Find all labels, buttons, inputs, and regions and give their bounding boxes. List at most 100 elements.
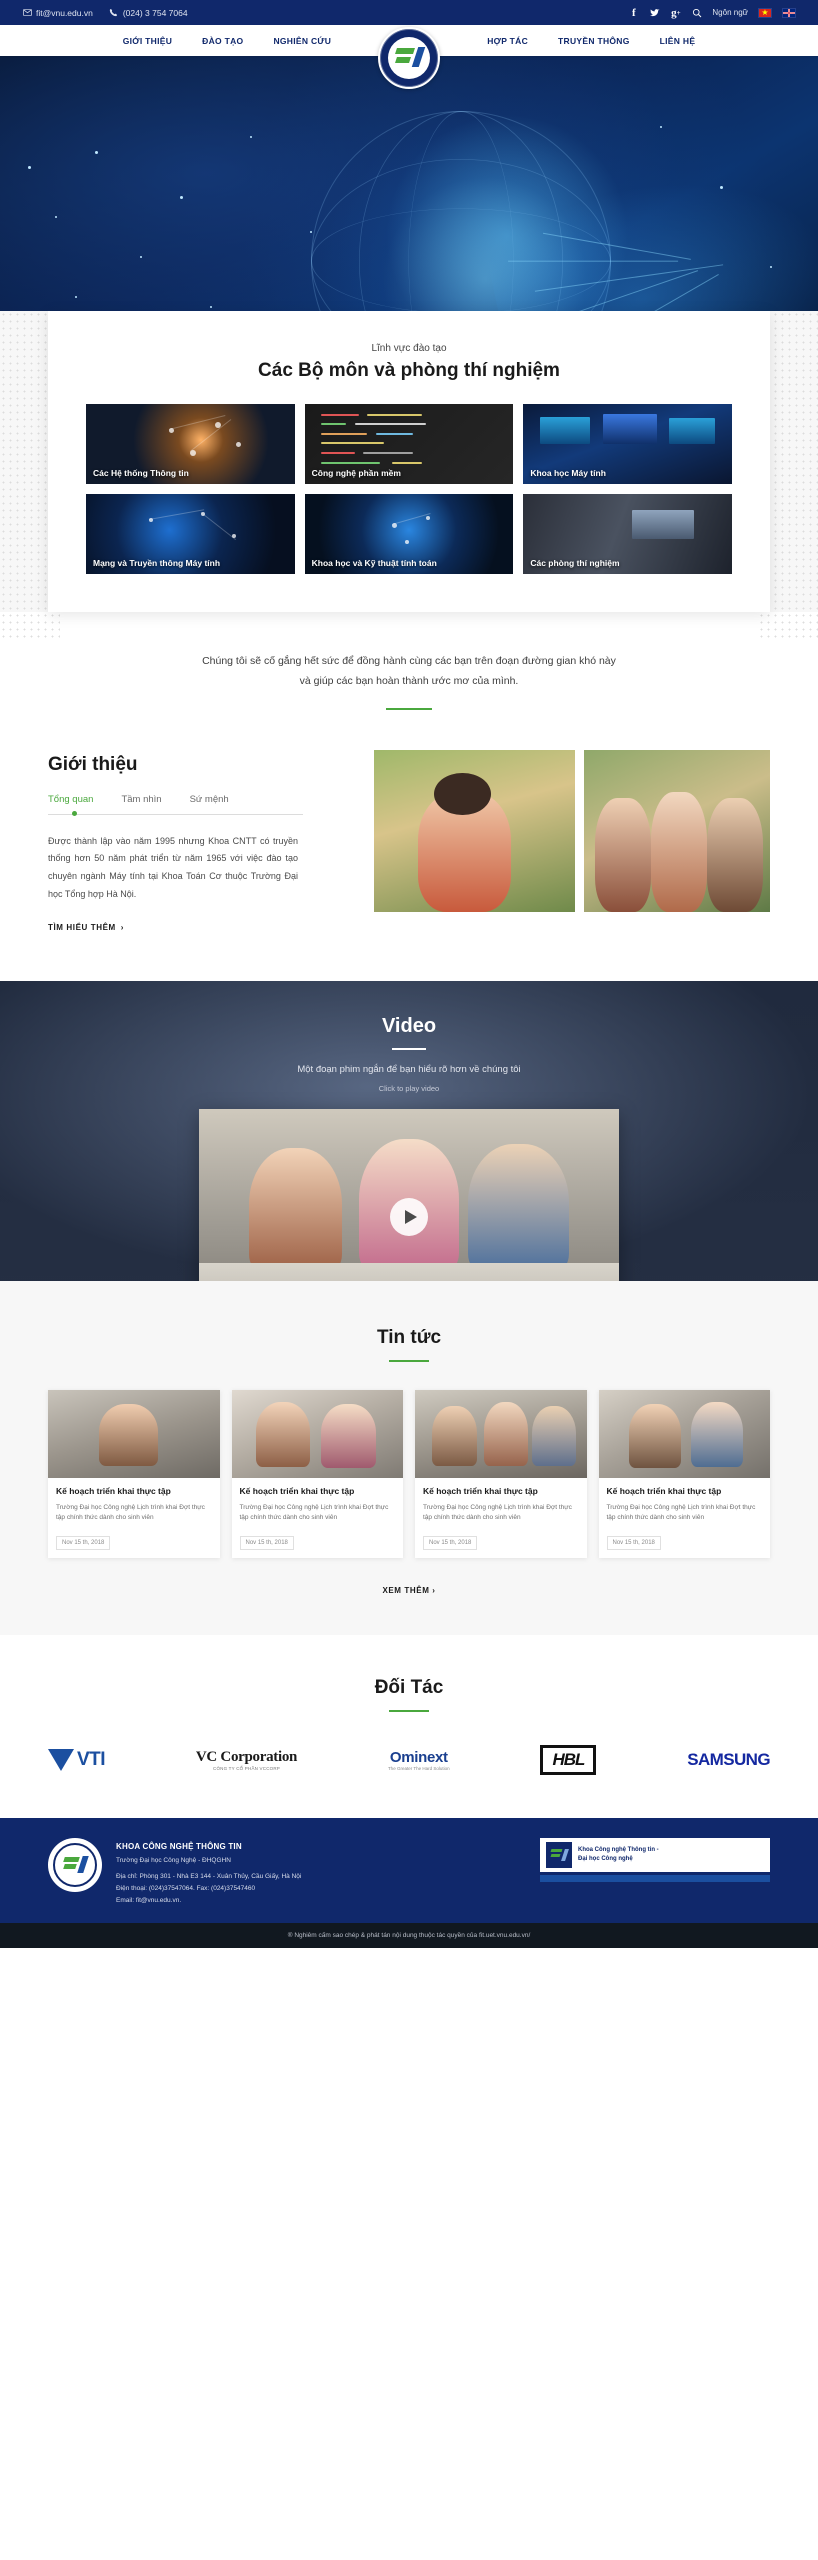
news-grid: Kế hoạch triển khai thực tập Trường Đại … bbox=[48, 1390, 770, 1558]
facebook-icon[interactable]: f bbox=[628, 7, 639, 19]
email-contact[interactable]: fit@vnu.edu.vn bbox=[22, 8, 93, 18]
tile-he-thong-thong-tin[interactable]: Các Hệ thống Thông tin bbox=[86, 404, 295, 484]
tile-khoa-hoc-ky-thuat-tinh-toan[interactable]: Khoa học và Kỹ thuật tính toán bbox=[304, 494, 514, 574]
footer-phone: Điện thoại: (024)37547064. Fax: (024)375… bbox=[116, 1884, 256, 1892]
partners-row: VTI VC Corporation CÔNG TY CỔ PHẦN VCCOR… bbox=[48, 1742, 771, 1778]
nav-item-lien-he[interactable]: LIÊN HỆ bbox=[660, 36, 696, 46]
news-card-image bbox=[48, 1390, 220, 1479]
news-heading: Tin tức bbox=[376, 1327, 442, 1349]
tab-tong-quan[interactable]: Tổng quan bbox=[48, 794, 93, 805]
partner-name-vti: VTI bbox=[77, 1748, 106, 1770]
nav-item-nghien-cuu[interactable]: NGHIÊN CỨU bbox=[273, 36, 331, 46]
news-card[interactable]: Kế hoạch triển khai thực tập Trường Đại … bbox=[598, 1390, 770, 1558]
partner-logo-vti[interactable]: VTI bbox=[48, 1742, 106, 1778]
footer-contact-block: KHOA CÔNG NGHỆ THÔNG TIN Trường Đại học … bbox=[116, 1838, 301, 1907]
tile-label-3: Khoa học Máy tính bbox=[530, 467, 606, 478]
tile-mang-truyen-thong[interactable]: Mạng và Truyền thông Máy tính bbox=[86, 494, 295, 574]
news-card[interactable]: Kế hoạch triển khai thực tập Trường Đại … bbox=[48, 1390, 220, 1558]
nav-item-truyen-thong[interactable]: TRUYỀN THÔNG bbox=[558, 36, 630, 46]
partner-logo-ominext[interactable]: Ominext The Greater The Hard Solution bbox=[388, 1742, 450, 1778]
site-logo[interactable] bbox=[378, 27, 440, 89]
news-card-date: Nov 15 th, 2018 bbox=[56, 1535, 111, 1550]
nav-group-left: GIỚI THIỆU ĐÀO TẠO NGHIÊN CỨU bbox=[123, 36, 332, 46]
nav-group-right: HỢP TÁC TRUYỀN THÔNG LIÊN HỆ bbox=[487, 36, 695, 46]
footer-badge-sub: Đại học Công nghệ bbox=[578, 1855, 633, 1862]
envelope-icon bbox=[22, 8, 32, 18]
partner-sub-ominext: The Greater The Hard Solution bbox=[387, 1765, 450, 1771]
partner-sub-vccorp: CÔNG TY CỔ PHẦN VCCORP bbox=[213, 1765, 280, 1771]
video-section: Video Một đoạn phim ngắn để bạn hiểu rõ … bbox=[0, 981, 818, 1282]
news-see-more-label: XEM THÊM bbox=[382, 1585, 430, 1595]
intro-paragraph: Được thành lập vào năm 1995 nhưng Khoa C… bbox=[48, 835, 298, 899]
footer-logo[interactable] bbox=[48, 1837, 102, 1892]
news-card-title: Kế hoạch triển khai thực tập bbox=[606, 1486, 722, 1497]
search-icon[interactable] bbox=[691, 7, 702, 18]
top-bar-contact-group: fit@vnu.edu.vn (024) 3 754 7064 bbox=[22, 8, 188, 18]
vietnam-flag-icon[interactable] bbox=[758, 7, 772, 18]
partner-name-ominext: Ominext bbox=[389, 1748, 448, 1766]
play-icon[interactable] bbox=[390, 1198, 428, 1237]
video-click-hint: Click to play video bbox=[378, 1084, 440, 1094]
news-card[interactable]: Kế hoạch triển khai thực tập Trường Đại … bbox=[231, 1390, 403, 1558]
partner-logo-vccorp[interactable]: VC Corporation CÔNG TY CỔ PHẦN VCCORP bbox=[195, 1742, 298, 1778]
tagline-divider bbox=[386, 707, 432, 710]
video-subtitle: Một đoạn phim ngắn để bạn hiểu rõ hơn về… bbox=[297, 1064, 521, 1076]
news-card-title: Kế hoạch triển khai thực tập bbox=[239, 1486, 355, 1497]
video-heading: Video bbox=[381, 1015, 437, 1038]
news-see-more-button[interactable]: XEM THÊM › bbox=[0, 1586, 818, 1595]
intro-tabs-underline bbox=[48, 811, 303, 817]
news-divider bbox=[389, 1360, 429, 1363]
uk-flag-icon[interactable] bbox=[782, 7, 796, 18]
video-thumbnail-image bbox=[199, 1109, 619, 1282]
footer-badge[interactable]: Khoa Công nghệ Thông tin - Đại học Công … bbox=[540, 1837, 770, 1872]
tagline-section: Chúng tôi sẽ cố gắng hết sức để đồng hàn… bbox=[0, 612, 818, 744]
tab-tam-nhin[interactable]: Tầm nhìn bbox=[121, 794, 161, 805]
phone-text: (024) 3 754 7064 bbox=[122, 7, 188, 18]
tab-su-menh[interactable]: Sứ mệnh bbox=[190, 794, 229, 805]
tile-khoa-hoc-may-tinh[interactable]: Khoa học Máy tính bbox=[523, 404, 732, 484]
footer-university: Trường Đại học Công Nghệ - ĐHQGHN bbox=[116, 1856, 231, 1864]
news-section: Tin tức Kế hoạch triển khai thực tập Trư… bbox=[0, 1281, 818, 1635]
partner-logo-hbl[interactable]: HBL bbox=[540, 1742, 597, 1778]
news-card-image bbox=[231, 1390, 403, 1479]
nav-item-hop-tac[interactable]: HỢP TÁC bbox=[487, 36, 528, 46]
fields-title: Các Bộ môn và phòng thí nghiệm bbox=[258, 360, 560, 381]
copyright-bar: ® Nghiêm cấm sao chép & phát tán nội dun… bbox=[0, 1922, 818, 1948]
partner-name-hbl: HBL bbox=[552, 1749, 585, 1769]
intro-section: Giới thiệu Tổng quan Tầm nhìn Sứ mệnh Đư… bbox=[0, 743, 818, 982]
news-card-title: Kế hoạch triển khai thực tập bbox=[423, 1486, 538, 1497]
news-card-date: Nov 15 th, 2018 bbox=[606, 1535, 661, 1550]
fields-tile-grid: Các Hệ thống Thông tin Công nghệ phần mề… bbox=[86, 404, 732, 574]
partners-divider bbox=[389, 1709, 429, 1712]
chevron-right-icon: › bbox=[120, 923, 125, 933]
video-divider bbox=[392, 1048, 426, 1051]
tile-label-5: Khoa học và Kỹ thuật tính toán bbox=[311, 557, 437, 568]
twitter-icon[interactable] bbox=[649, 7, 660, 18]
tile-cong-nghe-phan-mem[interactable]: Công nghệ phần mềm bbox=[304, 404, 514, 484]
news-card[interactable]: Kế hoạch triển khai thực tập Trường Đại … bbox=[415, 1390, 587, 1558]
footer-badge-logo-icon bbox=[546, 1841, 572, 1868]
tile-label-1: Các Hệ thống Thông tin bbox=[93, 467, 189, 478]
footer-badge-title: Khoa Công nghệ Thông tin - bbox=[578, 1846, 659, 1853]
partner-name-vccorp: VC Corporation bbox=[195, 1748, 298, 1765]
news-card-desc: Trường Đại học Công nghệ Lịch trình khai… bbox=[423, 1503, 572, 1522]
tile-phong-thi-nghiem[interactable]: Các phòng thí nghiệm bbox=[523, 494, 732, 574]
footer-logo-mark-icon bbox=[63, 1855, 89, 1875]
nav-item-dao-tao[interactable]: ĐÀO TẠO bbox=[202, 36, 243, 46]
news-card-image bbox=[415, 1390, 587, 1479]
chevron-right-icon: › bbox=[432, 1585, 436, 1595]
news-card-title: Kế hoạch triển khai thực tập bbox=[56, 1486, 171, 1497]
news-card-desc: Trường Đại học Công nghệ Lịch trình khai… bbox=[239, 1503, 389, 1522]
nav-item-gioi-thieu[interactable]: GIỚI THIỆU bbox=[123, 36, 172, 46]
video-player-thumbnail[interactable] bbox=[199, 1109, 619, 1282]
intro-text-column: Giới thiệu Tổng quan Tầm nhìn Sứ mệnh Đư… bbox=[48, 750, 348, 935]
partner-logo-samsung[interactable]: SAMSUNG bbox=[687, 1742, 770, 1778]
phone-icon bbox=[109, 8, 119, 18]
logo-mark-icon bbox=[395, 46, 426, 70]
partners-heading: Đối Tác bbox=[374, 1676, 444, 1698]
intro-learn-more-button[interactable]: TÌM HIỂU THÊM › bbox=[48, 923, 124, 932]
intro-photo-column bbox=[374, 749, 770, 935]
fields-kicker: Lĩnh vực đào tạo bbox=[371, 343, 447, 354]
phone-contact[interactable]: (024) 3 754 7064 bbox=[109, 8, 188, 18]
google-plus-icon[interactable]: g + bbox=[670, 7, 681, 19]
